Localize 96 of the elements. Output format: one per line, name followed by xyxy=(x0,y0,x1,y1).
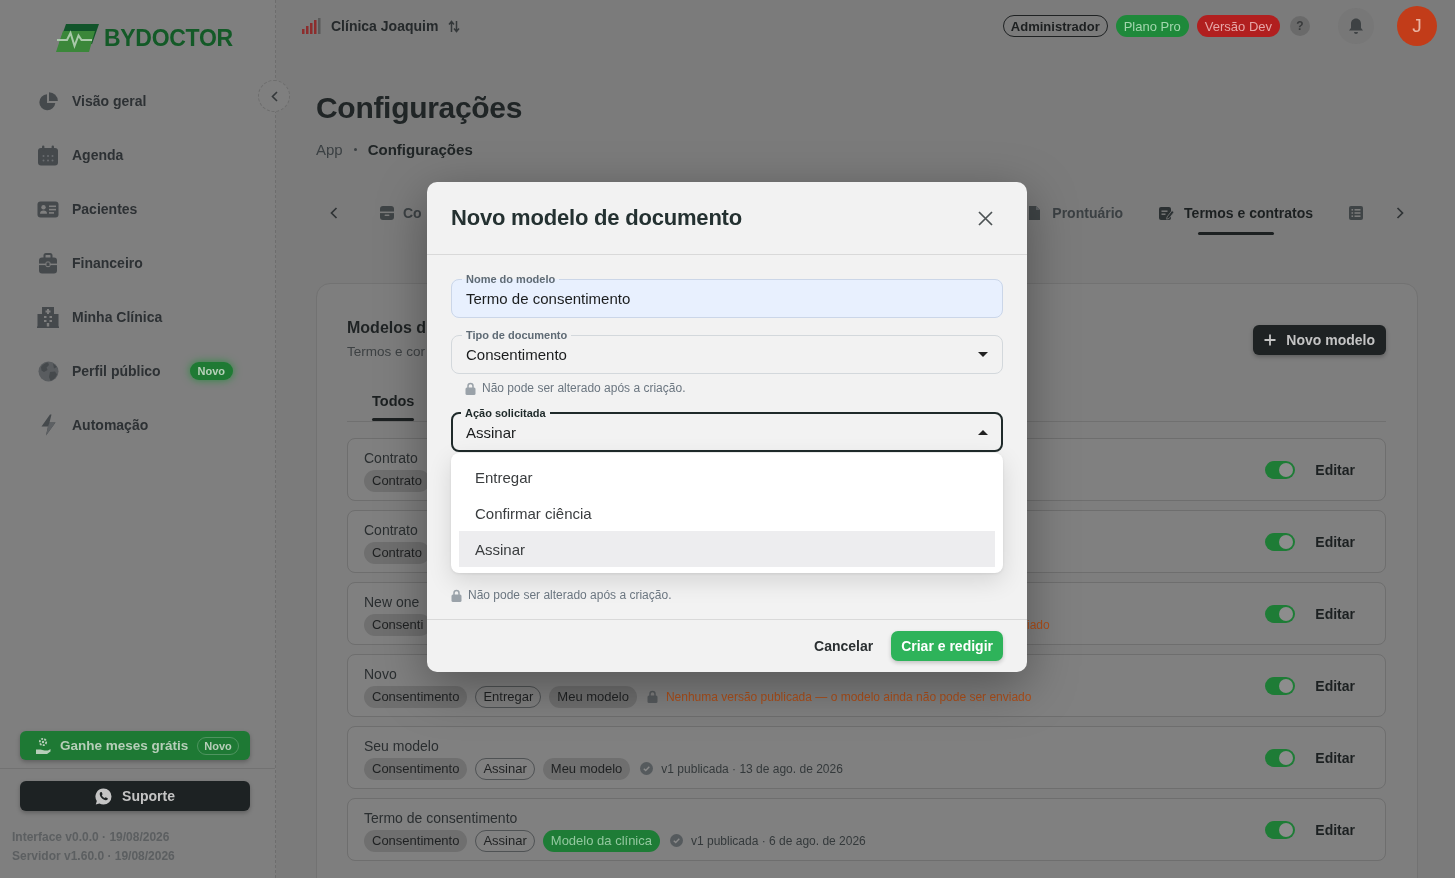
model-title: New one xyxy=(364,592,420,612)
list-icon xyxy=(1348,205,1364,221)
lightning-icon xyxy=(39,414,57,436)
plus-icon xyxy=(1264,333,1277,346)
plan-badge: Plano Pro xyxy=(1115,15,1189,37)
toggle-switch[interactable] xyxy=(1265,820,1296,839)
edit-button[interactable]: Editar xyxy=(1315,677,1355,694)
submit-button[interactable]: Criar e redigir xyxy=(891,631,1003,661)
phone-chat-icon xyxy=(95,787,113,805)
cancel-button[interactable]: Cancelar xyxy=(810,638,878,654)
toggle-switch[interactable] xyxy=(1265,532,1296,551)
chevron-right-icon[interactable] xyxy=(1396,207,1404,219)
support-button[interactable]: Suporte xyxy=(20,781,250,811)
modal-title: Novo modelo de documento xyxy=(451,205,742,231)
sidebar-item[interactable]: Visão geral xyxy=(0,74,250,128)
globe-icon xyxy=(37,360,59,382)
toggle-switch[interactable] xyxy=(1265,676,1296,695)
close-icon xyxy=(977,210,993,226)
bar-chart-logo-icon xyxy=(301,17,321,35)
type-tag: Consentimento xyxy=(364,685,468,708)
settings-tab[interactable]: Prontuário xyxy=(1026,191,1124,235)
model-title: Novo xyxy=(364,664,397,684)
hint-text: Não pode ser alterado após a criação. xyxy=(468,587,672,603)
sidebar-item[interactable]: Minha Clínica xyxy=(0,290,250,344)
model-title: Contrato xyxy=(364,448,418,468)
sidebar-item[interactable]: Perfil público Novo xyxy=(0,344,250,398)
edit-button[interactable]: Editar xyxy=(1315,461,1355,478)
type-tag: Contrato xyxy=(364,469,430,492)
menu-option[interactable]: Entregar xyxy=(459,459,995,495)
lock-icon xyxy=(451,588,462,602)
panel-title: Modelos d xyxy=(347,318,427,338)
env-badge: Versão Dev xyxy=(1196,15,1280,37)
edit-button[interactable]: Editar xyxy=(1315,605,1355,622)
sidebar-item[interactable]: Financeiro xyxy=(0,236,250,290)
notifications-button[interactable] xyxy=(1338,8,1374,44)
check-circle-icon xyxy=(670,834,683,847)
filter-tab[interactable]: Todos xyxy=(372,381,415,421)
check-circle-icon xyxy=(640,762,654,775)
text-field[interactable]: Nome do modelo Termo de consentimento xyxy=(451,272,1003,318)
promo-button[interactable]: Ganhe meses grátis Novo xyxy=(20,731,250,760)
sidebar-item[interactable]: Pacientes xyxy=(0,182,250,236)
id-card-icon xyxy=(37,200,59,218)
sidebar-item[interactable]: Automação xyxy=(0,398,250,452)
chevron-left-icon[interactable] xyxy=(330,207,338,219)
sidebar-item[interactable]: Agenda xyxy=(0,128,250,182)
settings-tab[interactable]: Co xyxy=(379,191,422,235)
new-model-button[interactable]: Novo modelo xyxy=(1253,324,1386,355)
menu-option[interactable]: Confirmar ciência xyxy=(459,495,995,531)
panel-subtitle: Termos e cor xyxy=(347,343,426,361)
owner-tag: Meu modelo xyxy=(542,757,631,780)
model-title: Contrato xyxy=(364,520,418,540)
model-title: Termo de consentimento xyxy=(364,808,518,828)
edit-button[interactable]: Editar xyxy=(1315,749,1355,766)
lock-icon xyxy=(646,690,658,703)
document-edit-icon xyxy=(1158,205,1175,221)
status-text: Nenhuma versão publicada — o modelo ainda não pode ser enviado xyxy=(665,689,1032,704)
pulse-logo-icon xyxy=(54,23,100,53)
type-tag: Consentimento xyxy=(364,757,468,780)
clinic-switcher[interactable]: Clínica Joaquim xyxy=(301,17,461,35)
chevron-left-icon xyxy=(270,90,278,102)
owner-tag: Modelo da clínica xyxy=(542,829,660,852)
help-button[interactable]: ? xyxy=(1290,16,1310,36)
calendar-icon xyxy=(37,144,59,166)
brand-name: BYDOCTOR xyxy=(104,24,233,52)
settings-tab[interactable]: Termos e contratos xyxy=(1158,191,1313,235)
file-icon xyxy=(1026,205,1043,221)
toggle-switch[interactable] xyxy=(1265,748,1296,767)
select-field[interactable]: Tipo de documento Consentimento xyxy=(451,328,1003,374)
avatar[interactable]: J xyxy=(1397,6,1437,46)
pie-chart-icon xyxy=(37,90,59,112)
status-text: v1 publicada · 13 de ago. de 2026 xyxy=(661,761,843,776)
breadcrumb-current: Configurações xyxy=(367,140,473,158)
hint-text: Não pode ser alterado após a criação. xyxy=(482,380,686,396)
edit-button[interactable]: Editar xyxy=(1315,821,1355,838)
lock-icon xyxy=(465,381,476,395)
edit-button[interactable]: Editar xyxy=(1315,533,1355,550)
toggle-switch[interactable] xyxy=(1265,604,1296,623)
model-title: Seu modelo xyxy=(364,736,439,756)
toggle-switch[interactable] xyxy=(1265,460,1296,479)
breadcrumb-link[interactable]: App xyxy=(316,140,343,158)
swap-icon xyxy=(448,19,461,33)
box-icon xyxy=(379,205,395,221)
menu-option[interactable]: Assinar xyxy=(459,531,995,567)
new-badge: Novo xyxy=(189,362,233,380)
type-tag: Contrato xyxy=(364,541,430,564)
building-icon xyxy=(37,306,59,328)
collapse-button[interactable] xyxy=(258,80,290,112)
type-tag: Consentimento xyxy=(364,829,468,852)
status-text: iado xyxy=(1027,617,1050,632)
bell-icon xyxy=(1348,17,1364,35)
separator-dot-icon xyxy=(353,147,357,151)
status-text: v1 publicada · 6 de ago. de 2026 xyxy=(691,833,866,848)
page-title: Configurações xyxy=(316,90,523,126)
briefcase-icon xyxy=(38,252,58,274)
hand-gear-icon xyxy=(35,736,51,755)
owner-tag: Meu modelo xyxy=(549,685,637,708)
